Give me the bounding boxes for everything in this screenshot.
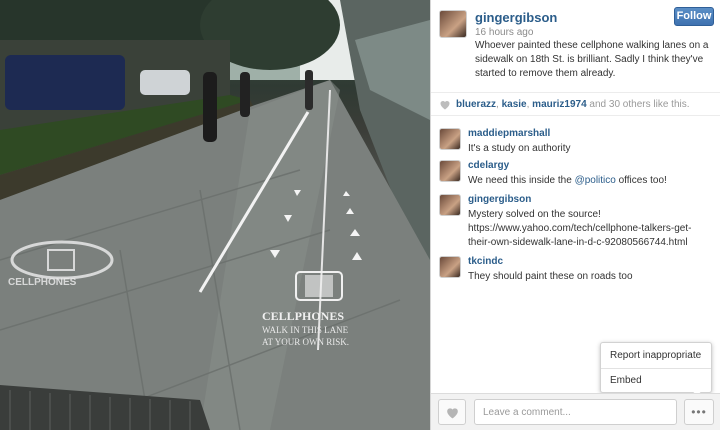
post-header: gingergibson 16 hours ago Whoever painte… bbox=[431, 0, 720, 90]
comment-text-part: We need this inside the bbox=[468, 175, 575, 186]
stencil-right-line1: WALK IN THIS LANE bbox=[262, 325, 349, 335]
likes-others-count[interactable]: 30 others bbox=[609, 99, 651, 110]
comment-text-part: offices too! bbox=[615, 175, 667, 186]
post-caption: Whoever painted these cellphone walking … bbox=[475, 40, 709, 79]
like-button[interactable] bbox=[438, 399, 466, 425]
likes-and: and bbox=[586, 99, 609, 110]
comment-text: Mystery solved on the source! https://ww… bbox=[468, 209, 692, 248]
comment-text: We need this inside the @politico office… bbox=[468, 174, 713, 188]
report-inappropriate-menu-item[interactable]: Report inappropriate bbox=[610, 350, 701, 361]
likes-summary: bluerazz, kasie, mauriz1974 and 30 other… bbox=[431, 92, 720, 116]
comment-username[interactable]: cdelargy bbox=[468, 160, 509, 171]
sidewalk-scene-illustration: CELLPHONES CELLPHONES WALK IN THIS LANE … bbox=[0, 0, 430, 430]
comment-username[interactable]: gingergibson bbox=[468, 194, 531, 205]
comment-text: They should paint these on roads too bbox=[468, 271, 633, 282]
comment-input[interactable] bbox=[474, 399, 677, 425]
more-options-menu: Report inappropriate Embed bbox=[600, 342, 712, 401]
comment-username[interactable]: maddiepmarshall bbox=[468, 128, 550, 139]
comment-footer: ••• bbox=[431, 393, 720, 430]
heart-icon bbox=[447, 408, 458, 419]
likes-text: bluerazz, kasie, mauriz1974 and 30 other… bbox=[456, 99, 690, 110]
liker-username[interactable]: mauriz1974 bbox=[532, 99, 586, 110]
post-owner-username[interactable]: gingergibson bbox=[475, 10, 557, 25]
stencil-left-text: CELLPHONES bbox=[8, 277, 77, 288]
avatar[interactable] bbox=[439, 160, 461, 182]
mention-link[interactable]: @politico bbox=[575, 175, 616, 186]
liker-username[interactable]: kasie bbox=[502, 99, 527, 110]
liker-username[interactable]: bluerazz bbox=[456, 99, 496, 110]
avatar[interactable] bbox=[439, 10, 467, 38]
stencil-right-title: CELLPHONES bbox=[262, 309, 344, 323]
comment-text: It's a study on authority bbox=[468, 143, 571, 154]
likes-suffix: like this. bbox=[650, 99, 690, 110]
post-details-panel: gingergibson 16 hours ago Whoever painte… bbox=[430, 0, 720, 430]
avatar[interactable] bbox=[439, 194, 461, 216]
avatar[interactable] bbox=[439, 256, 461, 278]
embed-menu-item[interactable]: Embed bbox=[610, 375, 642, 386]
stencil-right-line2: AT YOUR OWN RISK. bbox=[262, 337, 349, 347]
avatar[interactable] bbox=[439, 128, 461, 150]
comment-username[interactable]: tkcindc bbox=[468, 256, 503, 267]
post-timestamp: 16 hours ago bbox=[475, 27, 534, 38]
ellipsis-icon[interactable]: ••• bbox=[684, 399, 714, 425]
heart-icon bbox=[440, 101, 450, 110]
menu-divider bbox=[601, 368, 711, 369]
follow-button[interactable]: Follow bbox=[674, 7, 714, 26]
post-photo: CELLPHONES CELLPHONES WALK IN THIS LANE … bbox=[0, 0, 430, 430]
